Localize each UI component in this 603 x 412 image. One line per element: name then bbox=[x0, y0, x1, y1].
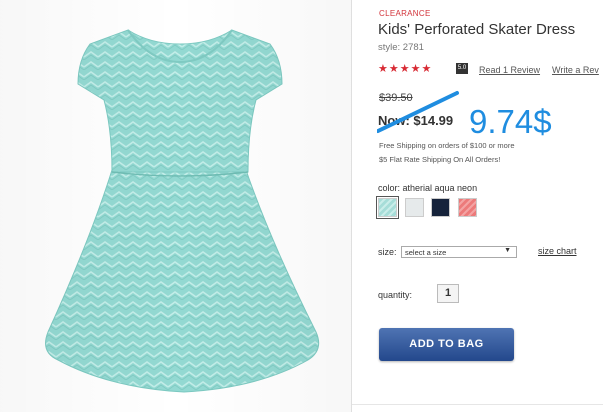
divider bbox=[352, 404, 603, 405]
swatch-coral[interactable] bbox=[458, 198, 477, 217]
flat-rate-shipping-text: $5 Flat Rate Shipping On All Orders! bbox=[379, 155, 501, 164]
swatch-navy[interactable] bbox=[431, 198, 450, 217]
add-to-bag-button[interactable]: ADD TO BAG bbox=[379, 328, 514, 361]
free-shipping-text: Free Shipping on orders of $100 or more bbox=[379, 141, 515, 150]
swatch-white[interactable] bbox=[405, 198, 424, 217]
color-label: color: atherial aqua neon bbox=[378, 183, 478, 193]
size-label: size: bbox=[378, 247, 397, 257]
quantity-label: quantity: bbox=[378, 290, 413, 300]
write-review-link[interactable]: Write a Rev bbox=[552, 65, 599, 75]
size-select[interactable]: select a size ▼ bbox=[401, 246, 517, 258]
product-details: CLEARANCE Kids' Perforated Skater Dress … bbox=[376, 0, 603, 412]
swatch-aqua[interactable] bbox=[376, 196, 399, 219]
annotated-new-price: 9.74$ bbox=[469, 103, 552, 140]
chevron-down-icon: ▼ bbox=[504, 247, 511, 254]
product-image-panel bbox=[0, 0, 352, 412]
size-chart-link[interactable]: size chart bbox=[538, 246, 577, 256]
product-image-dress[interactable] bbox=[0, 0, 352, 412]
quantity-input[interactable]: 1 bbox=[437, 284, 459, 303]
size-select-value: select a size bbox=[405, 248, 447, 257]
